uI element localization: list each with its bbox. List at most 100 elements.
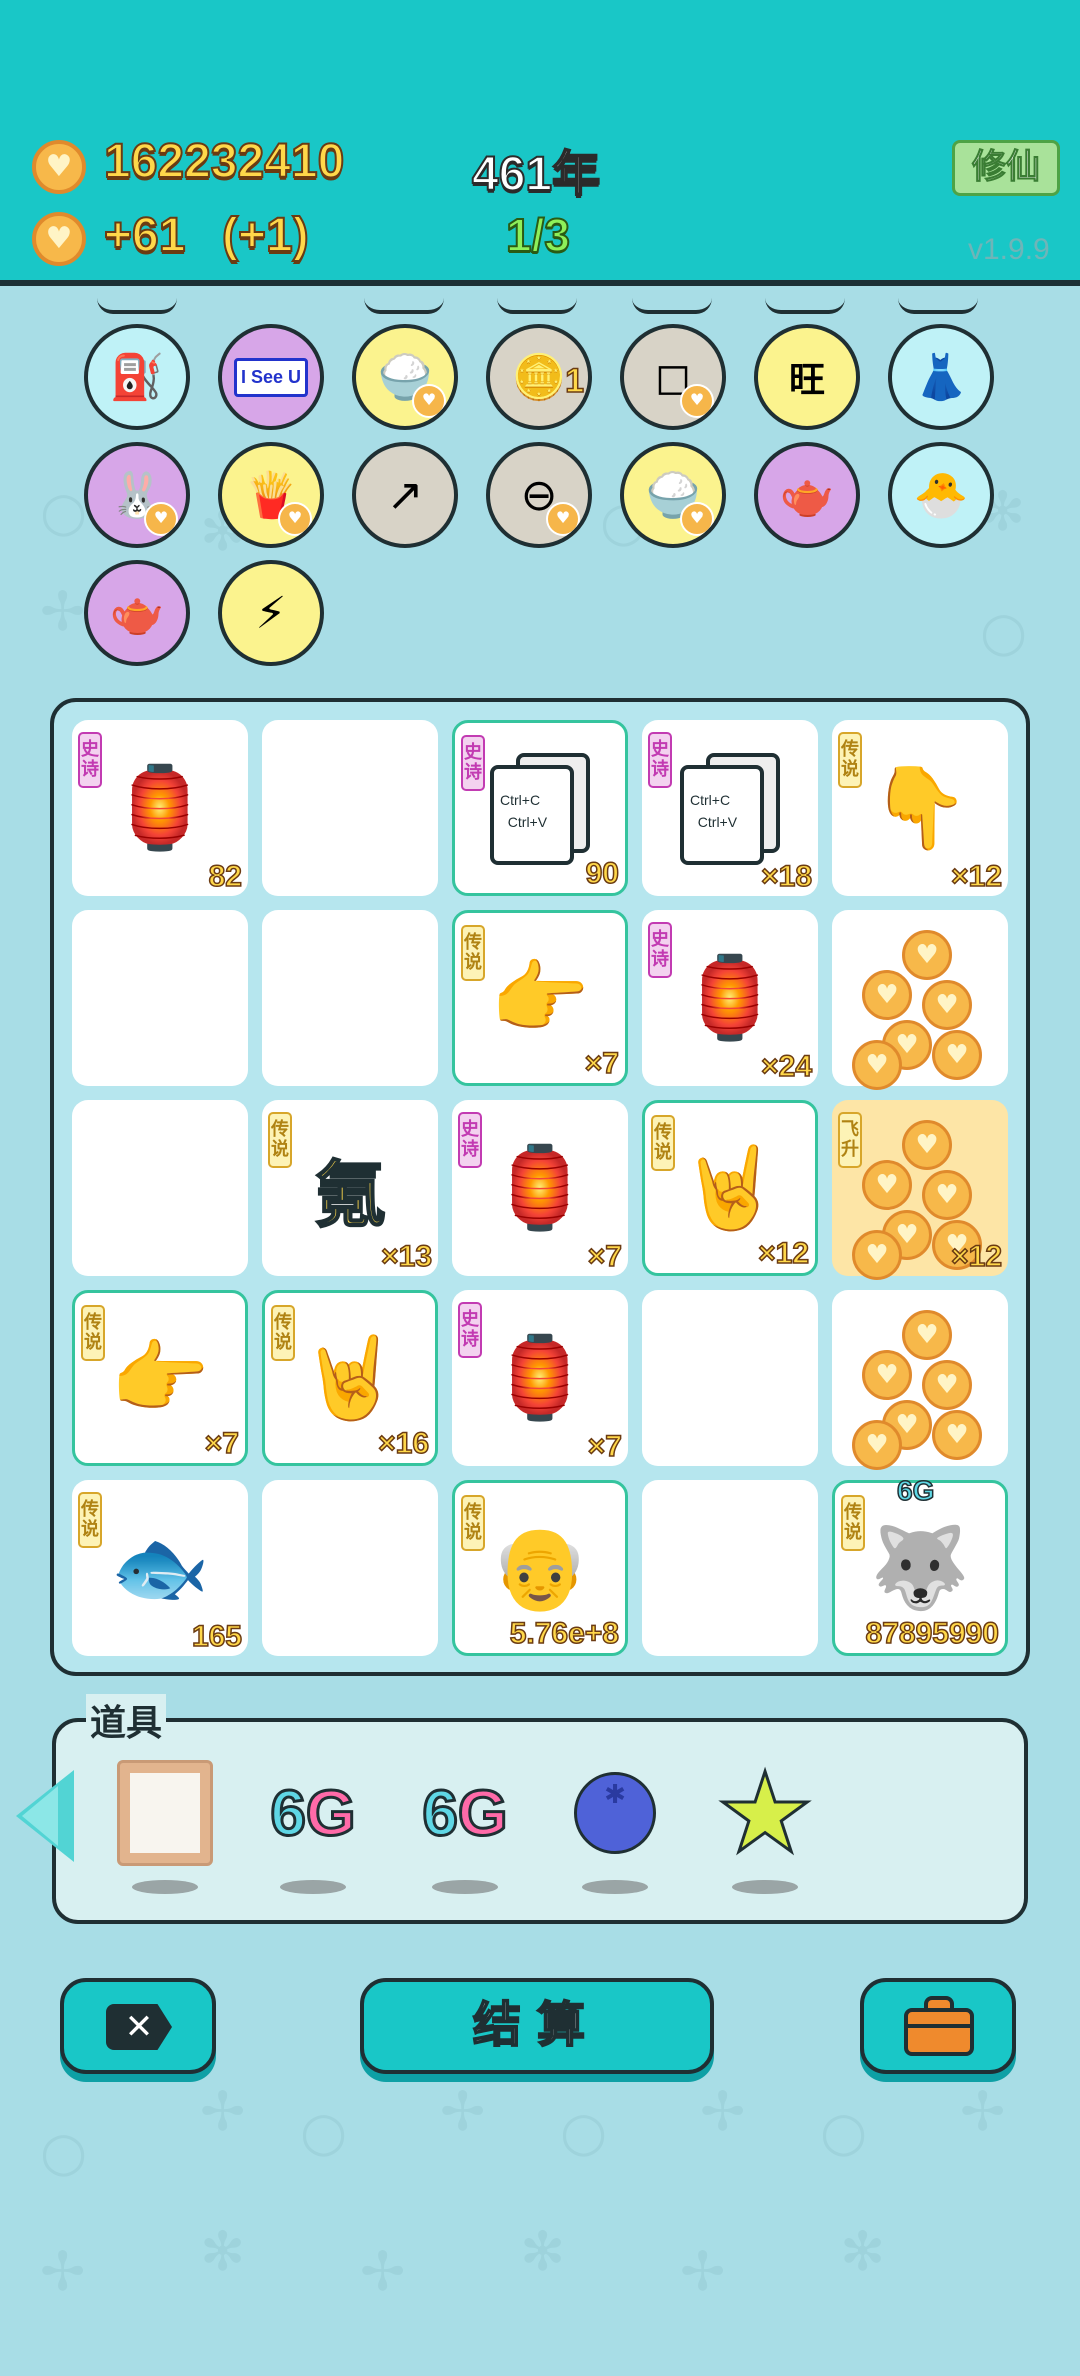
board-cell[interactable]: 🐺 传说 6G 87895990 [832,1474,1008,1656]
coin-icon [32,140,86,194]
board-cell[interactable]: 🏮 史诗 82 [72,720,248,896]
pet-peek [632,298,712,314]
buff-fries[interactable]: 🍟 ♥ [218,442,324,548]
item-6g-2[interactable]: 6G [410,1758,520,1868]
item-blueberry[interactable]: ✱ [560,1758,670,1868]
rarity-tag: 传说 [78,1492,102,1548]
skirt-icon: 👗 [913,352,969,403]
rarity-tag: 传说 [651,1115,675,1171]
pet-peek [364,298,444,314]
board-cell[interactable]: 🏮 史诗 ×7 [452,1100,628,1276]
settle-label: 结算 [472,1996,601,2054]
board-cell[interactable]: 🤘 传说 ×12 [642,1100,818,1276]
empty-cell[interactable] [72,1100,248,1276]
buff-minus-sign[interactable]: ⊖ ♥ [486,442,592,548]
header-divider [0,280,1080,286]
pet-peek [898,298,978,314]
board-cell[interactable]: 👉 传说 ×7 [72,1290,248,1466]
blueberry-icon: ✱ [574,1772,656,1854]
board-cell[interactable]: Ctrl+C Ctrl+V 史诗 ×18 [642,720,818,896]
heart-badge-icon: ♥ [680,502,714,536]
empty-cell[interactable] [262,720,438,896]
briefcase-icon [904,1996,974,2058]
income-rate: +61 [103,208,186,263]
item-shadow [132,1880,198,1894]
item-count: ×12 [950,1239,1002,1274]
pet-peek [97,298,177,314]
coin-burst-icon: ♥ ♥ ♥ ♥ ♥ ♥ [832,1290,1008,1470]
buff-rabbit[interactable]: 🐰 ♥ [84,442,190,548]
pet-peek [497,298,577,314]
cancel-button[interactable]: ✕ [60,1978,216,2074]
lightning-icon: ⚡ [255,587,287,639]
progress-counter: 1/3 [505,208,571,262]
board-cell[interactable]: 🏮 史诗 ×24 [642,910,818,1086]
item-count: ×7 [204,1426,240,1461]
item-count: ×24 [760,1049,812,1084]
gravy-boat-icon: 🫖 [779,470,835,521]
item-frame[interactable] [110,1758,220,1868]
inventory-button[interactable] [860,1978,1016,2074]
board-cell[interactable]: ♥ ♥ ♥ ♥ ♥ ♥ [832,1290,1008,1470]
item-count: ×12 [950,859,1002,894]
buff-skirt[interactable]: 👗 [888,324,994,430]
coin-balance: 162232410 [103,134,345,189]
income-bonus: (+1) [221,208,310,263]
rarity-tag: 传说 [841,1495,865,1551]
buff-lightning[interactable]: ⚡ [218,560,324,666]
close-icon: ✕ [106,2004,172,2050]
6g-icon: 6G [421,1776,509,1851]
rarity-tag: 史诗 [648,732,672,788]
buff-rice-bowl-2[interactable]: 🍚 ♥ [620,442,726,548]
empty-cell[interactable] [262,1480,438,1656]
buff-gravy-boat-2[interactable]: 🫖 [84,560,190,666]
buff-pump[interactable]: ⛽ [84,324,190,430]
empty-cell[interactable] [72,910,248,1086]
empty-cell[interactable] [262,910,438,1086]
item-count: ×16 [377,1426,429,1461]
rarity-tag: 史诗 [458,1302,482,1358]
wang-tiles-icon: 旺 [788,360,825,401]
buff-i-see-u[interactable]: I See U [218,324,324,430]
rarity-tag: 传说 [271,1305,295,1361]
board-cell[interactable]: 👴 传说 5.76e+8 [452,1480,628,1656]
board-cell[interactable]: Ctrl+C Ctrl+V 史诗 90 [452,720,628,896]
buff-level: 1 [564,361,584,401]
rarity-tag: 飞升 [838,1112,862,1168]
heart-badge-icon: ♥ [680,384,714,418]
board-cell[interactable]: 🏮 史诗 ×7 [452,1290,628,1466]
board-cell[interactable]: 🐟 传说 165 [72,1480,248,1656]
rarity-tag: 传说 [81,1305,105,1361]
rarity-tag: 史诗 [458,1112,482,1168]
heart-badge-icon: ♥ [546,502,580,536]
item-6g[interactable]: 6G [258,1758,368,1868]
rarity-tag: 传说 [268,1112,292,1168]
rarity-tag: 史诗 [78,732,102,788]
board-cell[interactable]: 👇 传说 ×12 [832,720,1008,896]
heart-badge-icon: ♥ [278,502,312,536]
buff-sugar-cubes[interactable]: ◻ ♥ [620,324,726,430]
rarity-tag: 史诗 [648,922,672,978]
buff-arrow-card[interactable]: ↗ [352,442,458,548]
board-cell[interactable]: 🤘 传说 ×16 [262,1290,438,1466]
cultivate-button[interactable]: 修仙 [952,140,1060,196]
buff-chick-egg[interactable]: 🐣 [888,442,994,548]
buff-gravy-boat[interactable]: 🫖 [754,442,860,548]
i-see-u-icon: I See U [222,328,320,426]
board-cell[interactable]: 氪传说 ×13 [262,1100,438,1276]
empty-cell[interactable] [642,1290,818,1466]
buff-wang-tiles[interactable]: 旺 [754,324,860,430]
board-cell[interactable]: ♥ ♥ ♥ ♥ ♥ ♥ 飞升 ×12 [832,1100,1008,1280]
board-cell[interactable]: ♥ ♥ ♥ ♥ ♥ ♥ [832,910,1008,1090]
buff-coin-wand[interactable]: 🪙 1 [486,324,592,430]
item-star[interactable]: ★ [710,1757,820,1870]
item-count: ×13 [380,1239,432,1274]
empty-cell[interactable] [642,1480,818,1656]
heart-badge-icon: ♥ [144,502,178,536]
board-cell[interactable]: 👉 传说 ×7 [452,910,628,1086]
buff-rice-bowl[interactable]: 🍚 ♥ [352,324,458,430]
settle-button[interactable]: 结算 [360,1978,714,2074]
frame-icon [117,1760,213,1866]
pump-icon: ⛽ [109,352,165,403]
coin-burst-icon: ♥ ♥ ♥ ♥ ♥ ♥ [832,910,1008,1090]
